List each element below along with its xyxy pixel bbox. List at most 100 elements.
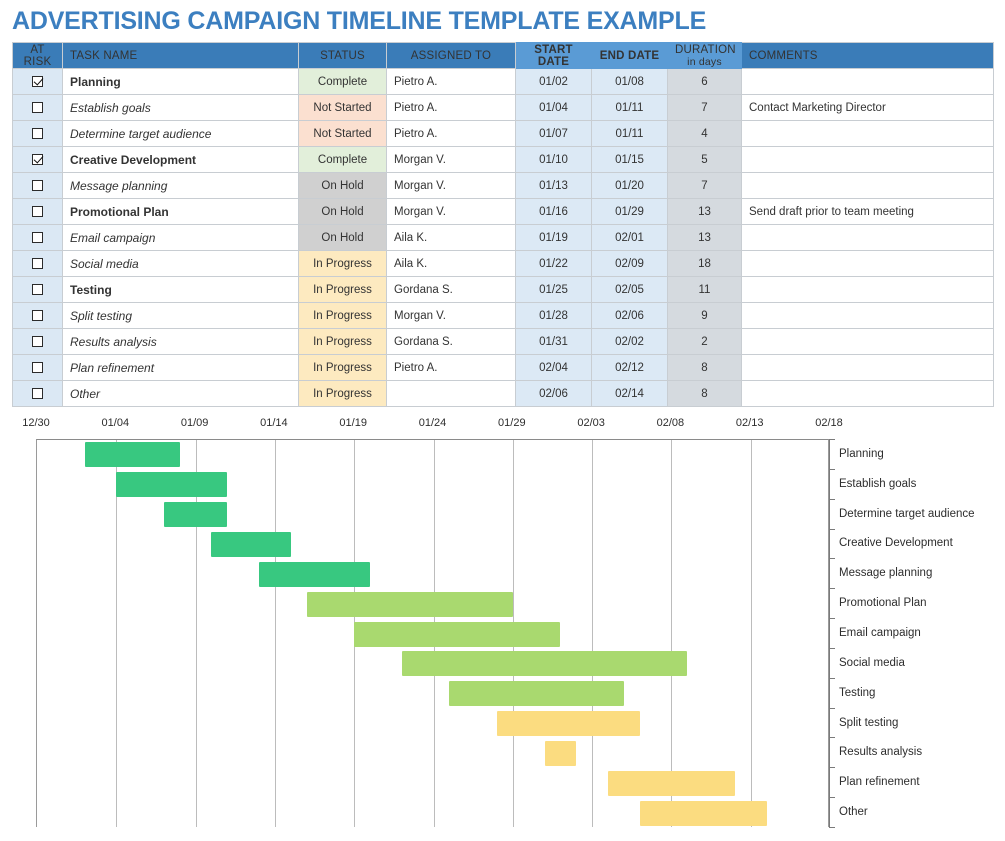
comments-cell[interactable]	[742, 303, 994, 329]
gantt-bar[interactable]	[85, 442, 180, 467]
assigned-to-cell[interactable]: Morgan V.	[387, 147, 516, 173]
status-cell[interactable]: Complete	[299, 69, 387, 95]
status-cell[interactable]: In Progress	[299, 303, 387, 329]
checkbox-unchecked-icon[interactable]	[32, 388, 43, 399]
task-name-cell[interactable]: Social media	[63, 251, 299, 277]
column-header-end-date[interactable]: END DATE	[592, 43, 668, 69]
comments-cell[interactable]	[742, 121, 994, 147]
end-date-cell[interactable]: 01/20	[592, 173, 668, 199]
status-cell[interactable]: On Hold	[299, 173, 387, 199]
assigned-to-cell[interactable]: Aila K.	[387, 251, 516, 277]
comments-cell[interactable]	[742, 251, 994, 277]
task-name-cell[interactable]: Testing	[63, 277, 299, 303]
end-date-cell[interactable]: 01/11	[592, 95, 668, 121]
start-date-cell[interactable]: 01/04	[516, 95, 592, 121]
status-cell[interactable]: In Progress	[299, 251, 387, 277]
task-name-cell[interactable]: Plan refinement	[63, 355, 299, 381]
task-name-cell[interactable]: Email campaign	[63, 225, 299, 251]
comments-cell[interactable]	[742, 69, 994, 95]
task-name-cell[interactable]: Creative Development	[63, 147, 299, 173]
end-date-cell[interactable]: 01/08	[592, 69, 668, 95]
column-header-status[interactable]: STATUS	[299, 43, 387, 69]
start-date-cell[interactable]: 01/13	[516, 173, 592, 199]
end-date-cell[interactable]: 01/29	[592, 199, 668, 225]
task-name-cell[interactable]: Message planning	[63, 173, 299, 199]
checkbox-unchecked-icon[interactable]	[32, 258, 43, 269]
assigned-to-cell[interactable]: Pietro A.	[387, 121, 516, 147]
column-header-task-name[interactable]: TASK NAME	[63, 43, 299, 69]
status-cell[interactable]: Complete	[299, 147, 387, 173]
column-header-start-date[interactable]: START DATE	[516, 43, 592, 69]
task-name-cell[interactable]: Split testing	[63, 303, 299, 329]
gantt-bar[interactable]	[640, 801, 767, 826]
task-name-cell[interactable]: Determine target audience	[63, 121, 299, 147]
assigned-to-cell[interactable]: Pietro A.	[387, 95, 516, 121]
assigned-to-cell[interactable]: Morgan V.	[387, 303, 516, 329]
gantt-bar[interactable]	[116, 472, 227, 497]
checkbox-unchecked-icon[interactable]	[32, 284, 43, 295]
checkbox-checked-icon[interactable]	[32, 154, 43, 165]
column-header-duration[interactable]: DURATION in days	[668, 43, 742, 69]
assigned-to-cell[interactable]: Gordana S.	[387, 277, 516, 303]
assigned-to-cell[interactable]: Aila K.	[387, 225, 516, 251]
task-name-cell[interactable]: Promotional Plan	[63, 199, 299, 225]
end-date-cell[interactable]: 02/12	[592, 355, 668, 381]
gantt-bar[interactable]	[608, 771, 735, 796]
end-date-cell[interactable]: 02/09	[592, 251, 668, 277]
comments-cell[interactable]	[742, 173, 994, 199]
at-risk-cell[interactable]	[13, 225, 63, 251]
gantt-bar[interactable]	[354, 622, 560, 647]
assigned-to-cell[interactable]: Pietro A.	[387, 69, 516, 95]
checkbox-unchecked-icon[interactable]	[32, 102, 43, 113]
status-cell[interactable]: In Progress	[299, 277, 387, 303]
task-name-cell[interactable]: Establish goals	[63, 95, 299, 121]
at-risk-cell[interactable]	[13, 381, 63, 407]
status-cell[interactable]: In Progress	[299, 381, 387, 407]
gantt-bar[interactable]	[402, 651, 687, 676]
comments-cell[interactable]	[742, 147, 994, 173]
start-date-cell[interactable]: 01/19	[516, 225, 592, 251]
checkbox-unchecked-icon[interactable]	[32, 310, 43, 321]
start-date-cell[interactable]: 01/16	[516, 199, 592, 225]
status-cell[interactable]: Not Started	[299, 121, 387, 147]
start-date-cell[interactable]: 02/04	[516, 355, 592, 381]
at-risk-cell[interactable]	[13, 199, 63, 225]
comments-cell[interactable]	[742, 277, 994, 303]
comments-cell[interactable]	[742, 381, 994, 407]
gantt-bar[interactable]	[164, 502, 227, 527]
end-date-cell[interactable]: 02/01	[592, 225, 668, 251]
end-date-cell[interactable]: 02/05	[592, 277, 668, 303]
at-risk-cell[interactable]	[13, 303, 63, 329]
checkbox-unchecked-icon[interactable]	[32, 180, 43, 191]
gantt-bar[interactable]	[449, 681, 623, 706]
comments-cell[interactable]	[742, 225, 994, 251]
at-risk-cell[interactable]	[13, 173, 63, 199]
assigned-to-cell[interactable]: Pietro A.	[387, 355, 516, 381]
end-date-cell[interactable]: 02/02	[592, 329, 668, 355]
comments-cell[interactable]: Contact Marketing Director	[742, 95, 994, 121]
at-risk-cell[interactable]	[13, 121, 63, 147]
checkbox-unchecked-icon[interactable]	[32, 128, 43, 139]
gantt-bar[interactable]	[259, 562, 370, 587]
column-header-comments[interactable]: COMMENTS	[742, 43, 994, 69]
start-date-cell[interactable]: 01/28	[516, 303, 592, 329]
gantt-bar[interactable]	[211, 532, 290, 557]
start-date-cell[interactable]: 01/25	[516, 277, 592, 303]
at-risk-cell[interactable]	[13, 69, 63, 95]
comments-cell[interactable]	[742, 329, 994, 355]
gantt-bar[interactable]	[307, 592, 513, 617]
comments-cell[interactable]: Send draft prior to team meeting	[742, 199, 994, 225]
end-date-cell[interactable]: 01/15	[592, 147, 668, 173]
start-date-cell[interactable]: 01/10	[516, 147, 592, 173]
checkbox-unchecked-icon[interactable]	[32, 232, 43, 243]
at-risk-cell[interactable]	[13, 277, 63, 303]
gantt-bar[interactable]	[497, 711, 640, 736]
start-date-cell[interactable]: 01/07	[516, 121, 592, 147]
task-name-cell[interactable]: Other	[63, 381, 299, 407]
checkbox-unchecked-icon[interactable]	[32, 206, 43, 217]
checkbox-checked-icon[interactable]	[32, 76, 43, 87]
column-header-at-risk[interactable]: AT RISK	[13, 43, 63, 69]
gantt-bar[interactable]	[545, 741, 577, 766]
comments-cell[interactable]	[742, 355, 994, 381]
end-date-cell[interactable]: 02/14	[592, 381, 668, 407]
